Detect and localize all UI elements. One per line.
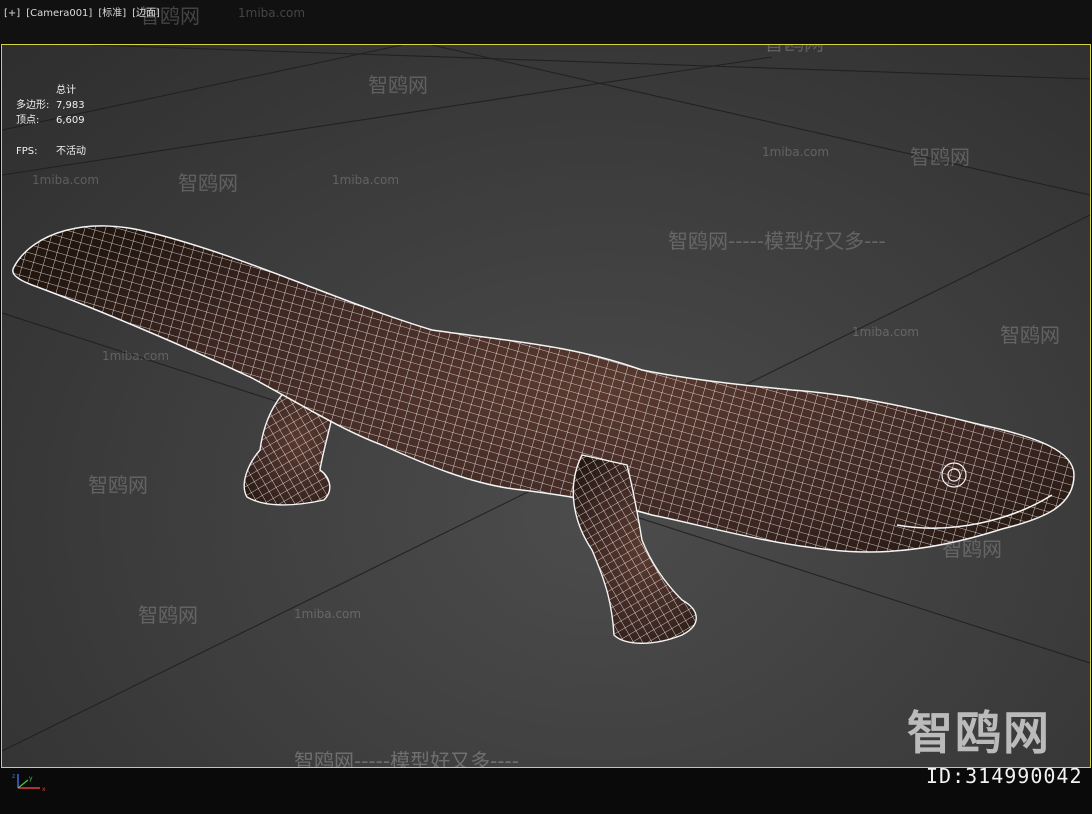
viewport-camera-menu[interactable]: [Camera001] — [26, 6, 92, 22]
max-viewport-window: [+] [Camera001] [标准] [边面] 智鸥网 1miba.com — [0, 0, 1092, 814]
stats-fps-row: FPS: 不活动 — [16, 144, 216, 159]
stats-fps-label: FPS: — [16, 146, 38, 157]
viewport-label: [+] [Camera001] [标准] [边面] — [4, 6, 160, 22]
stats-polys-row: 多边形: 7,983 — [16, 98, 216, 113]
viewport-bottom-bar: ID:314990042 — [0, 764, 1092, 814]
camera-viewport[interactable]: 总计 多边形: 7,983 顶点: 6,609 FPS: 不活动 智鸥网 1mi… — [1, 44, 1091, 768]
stats-polys-value: 7,983 — [56, 100, 85, 111]
axis-y-label: y — [29, 775, 33, 782]
stats-verts-label: 顶点: — [16, 115, 40, 126]
stats-total-label: 总计 — [56, 85, 76, 96]
body-mesh — [12, 225, 1074, 553]
axis-gizmo-icon: x y z — [12, 773, 46, 793]
viewport-statistics: 总计 多边形: 7,983 顶点: 6,609 FPS: 不活动 — [16, 83, 216, 159]
viewport-plus-menu[interactable]: [+] — [4, 6, 20, 22]
axis-z-label: z — [12, 773, 15, 780]
viewport-shading-menu[interactable]: [标准] — [98, 6, 126, 22]
stats-verts-value: 6,609 — [56, 115, 85, 126]
stats-fps-value: 不活动 — [56, 146, 86, 157]
axis-x-label: x — [42, 786, 46, 793]
salamander-model[interactable] — [2, 205, 1090, 655]
stats-verts-row: 顶点: 6,609 — [16, 113, 216, 128]
viewport-display-menu[interactable]: [边面] — [132, 6, 160, 22]
model-id-text: ID:314990042 — [926, 764, 1083, 788]
stats-polys-label: 多边形: — [16, 100, 50, 111]
viewport-top-bar: [+] [Camera001] [标准] [边面] 智鸥网 1miba.com — [0, 0, 1092, 44]
watermark-url: 1miba.com — [238, 6, 306, 20]
